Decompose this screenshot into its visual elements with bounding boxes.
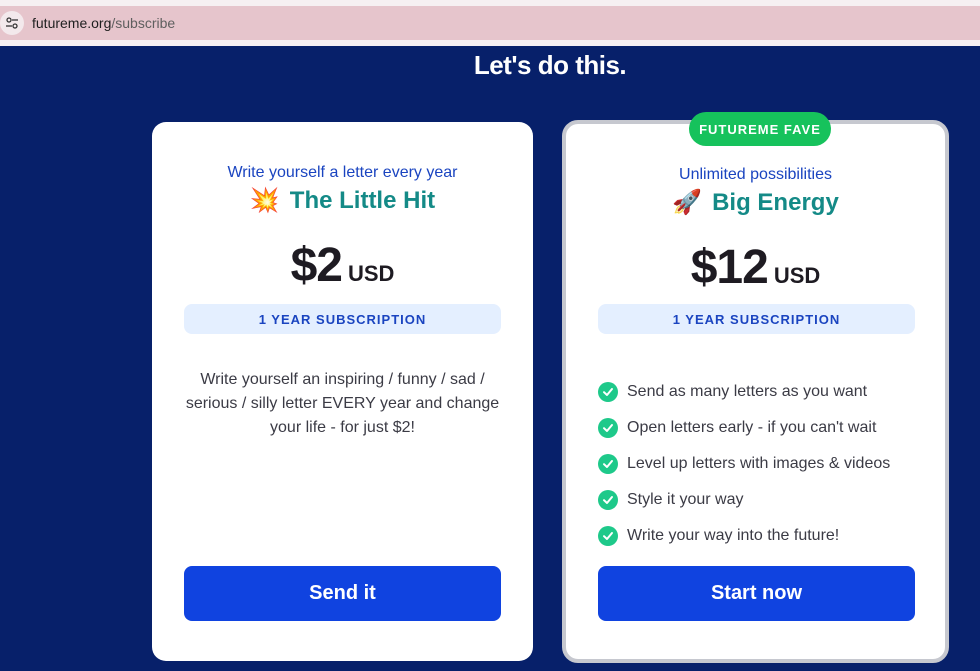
- check-icon: [598, 526, 618, 546]
- site-settings-icon[interactable]: [0, 11, 24, 35]
- plan-card-big-energy: FUTUREME FAVE Unlimited possibilities 🚀 …: [562, 112, 949, 663]
- rocket-icon: 🚀: [672, 189, 703, 216]
- feature-label: Style it your way: [627, 491, 744, 508]
- list-item: Level up letters with images & videos: [598, 446, 890, 482]
- price-amount: $12: [690, 241, 769, 294]
- price-currency: USD: [347, 261, 395, 286]
- feature-label: Write your way into the future!: [627, 527, 840, 544]
- plan-tagline: Unlimited possibilities: [679, 166, 832, 183]
- subscription-term-badge: 1 YEAR SUBSCRIPTION: [598, 304, 915, 334]
- check-icon: [598, 490, 618, 510]
- subscription-term-badge: 1 YEAR SUBSCRIPTION: [184, 304, 501, 334]
- plan-tagline: Write yourself a letter every year: [227, 164, 458, 181]
- start-now-button[interactable]: Start now: [598, 566, 915, 621]
- page-title: Let's do this.: [473, 50, 627, 80]
- price-currency: USD: [773, 263, 821, 288]
- feature-label: Level up letters with images & videos: [627, 455, 891, 472]
- address-bar[interactable]: futureme.org/subscribe: [0, 6, 980, 40]
- check-icon: [598, 418, 618, 438]
- plan-name-label: The Little Hit: [289, 186, 436, 214]
- feature-label: Send as many letters as you want: [627, 383, 868, 400]
- list-item: Write your way into the future!: [598, 518, 890, 554]
- check-icon: [598, 382, 618, 402]
- list-item: Open letters early - if you can't wait: [598, 410, 890, 446]
- feature-label: Open letters early - if you can't wait: [627, 419, 877, 436]
- plan-name: 💥 The Little Hit: [152, 186, 533, 215]
- feature-list: Send as many letters as you want Open le…: [598, 374, 890, 554]
- plan-name: 🚀 Big Energy: [566, 188, 945, 217]
- futureme-fave-badge: FUTUREME FAVE: [689, 112, 831, 146]
- price-amount: $2: [290, 239, 343, 292]
- browser-address-bar-area: futureme.org/subscribe: [0, 0, 980, 46]
- plan-card-little-hit: Write yourself a letter every year 💥 The…: [152, 122, 533, 661]
- url-domain: futureme.org: [32, 15, 112, 31]
- url-path: /subscribe: [111, 15, 176, 31]
- list-item: Send as many letters as you want: [598, 374, 890, 410]
- plan-description: Write yourself an inspiring / funny / sa…: [185, 371, 500, 436]
- collision-icon: 💥: [249, 187, 280, 214]
- send-it-button[interactable]: Send it: [184, 566, 501, 621]
- plan-price: $12 USD: [566, 240, 945, 295]
- plan-price: $2 USD: [152, 238, 533, 293]
- plan-name-label: Big Energy: [712, 188, 839, 216]
- url-text[interactable]: futureme.org/subscribe: [32, 15, 175, 31]
- list-item: Style it your way: [598, 482, 890, 518]
- check-icon: [598, 454, 618, 474]
